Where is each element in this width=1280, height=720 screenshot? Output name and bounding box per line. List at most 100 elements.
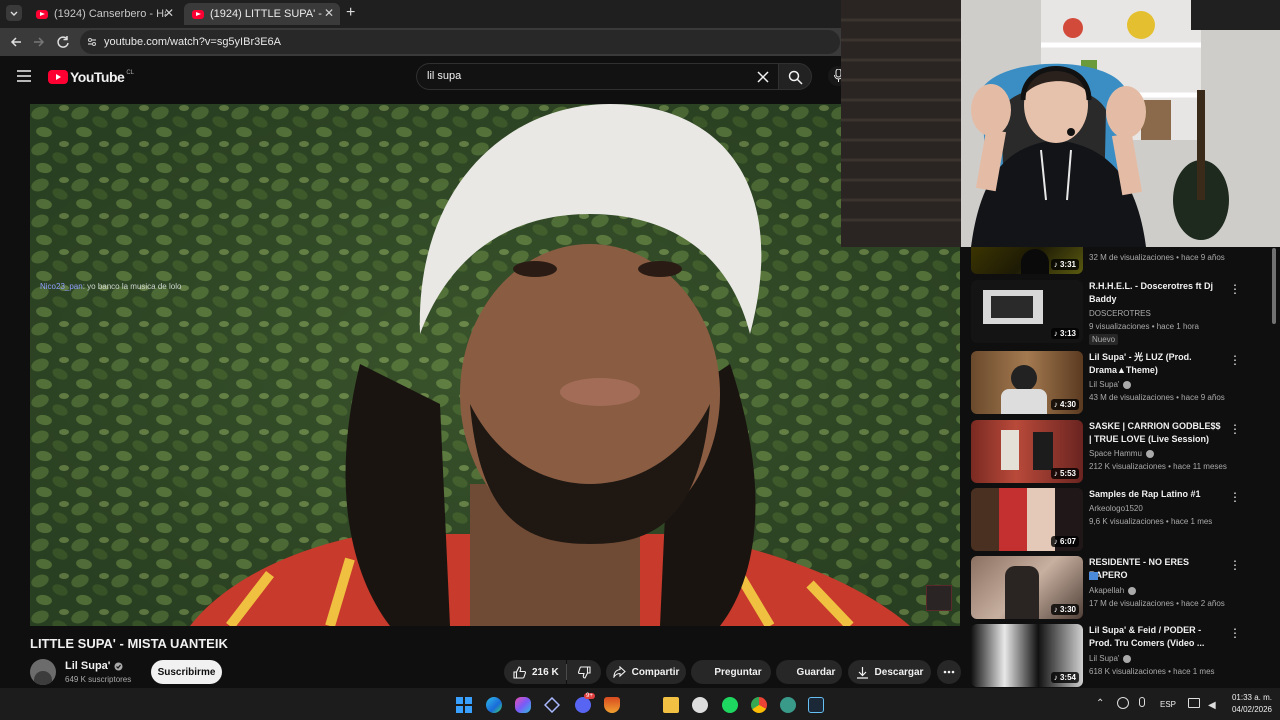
chevron-up-icon[interactable]: ⌃ xyxy=(1096,698,1104,709)
verified-icon xyxy=(1145,449,1154,458)
video-thumbnail[interactable]: ♪ 3:54 xyxy=(971,624,1083,687)
shield-app-icon[interactable] xyxy=(604,697,620,713)
video-meta: 9 visualizaciones • hace 1 hora xyxy=(1089,322,1199,331)
network-icon[interactable] xyxy=(1188,698,1200,708)
search-icon xyxy=(788,70,803,85)
forward-button[interactable] xyxy=(31,34,47,50)
video-title[interactable]: Samples de Rap Latino #1 xyxy=(1089,488,1221,501)
subscribe-label: Suscribirme xyxy=(157,666,216,678)
channel-name[interactable]: DOSCEROTRES xyxy=(1089,309,1151,318)
chat-user: Nico23_pan xyxy=(40,282,83,291)
more-vertical-icon[interactable]: ⋮ xyxy=(1229,422,1241,436)
taskbar xyxy=(0,688,1280,720)
sync-icon[interactable] xyxy=(1117,697,1129,709)
subscribe-button[interactable]: Suscribirme xyxy=(151,660,222,684)
save-button[interactable]: Guardar xyxy=(776,660,842,684)
back-button[interactable] xyxy=(8,34,24,50)
widgets-icon[interactable] xyxy=(544,697,560,713)
download-button[interactable]: Descargar xyxy=(848,660,931,684)
more-vertical-icon[interactable]: ⋮ xyxy=(1229,282,1241,296)
video-thumbnail[interactable]: ♪ 3:30 xyxy=(971,556,1083,619)
video-meta: 32 M de visualizaciones • hace 9 años xyxy=(1089,253,1225,262)
channel-avatar[interactable] xyxy=(30,659,56,685)
video-thumbnail[interactable]: ♪ 3:13 xyxy=(971,280,1083,343)
channel-name[interactable]: Lil Supa' xyxy=(65,660,123,672)
recommendation-item[interactable]: ♪ 4:30 Lil Supa' - 光 LUZ (Prod. Drama▲Th… xyxy=(971,351,1251,417)
sidebar-scrollbar[interactable] xyxy=(1272,248,1276,324)
recommendation-item[interactable]: ♪ 3:31 32 M de visualizaciones • hace 9 … xyxy=(971,211,1251,275)
video-thumbnail[interactable]: ♪ 5:53 xyxy=(971,420,1083,483)
recommendation-item[interactable]: ♪ 5:53 SASKE | CARRION GODBLE$$ | TRUE L… xyxy=(971,420,1251,486)
video-player[interactable]: Nico23_pan: yo banco la musica de lolo xyxy=(30,104,960,626)
video-thumbnail[interactable]: ♪ 4:30 xyxy=(971,351,1083,414)
more-horizontal-icon xyxy=(943,670,955,674)
channel-name[interactable]: Akapellah xyxy=(1089,586,1137,595)
language-indicator[interactable]: ESP xyxy=(1160,700,1176,709)
video-title[interactable]: Lil Supa' & Feid / PODER - Prod. Tru Com… xyxy=(1089,624,1221,650)
more-vertical-icon[interactable]: ⋮ xyxy=(1229,490,1241,504)
browser-tab-2[interactable]: (1924) LITTLE SUPA' - MISTA UA ✕ xyxy=(184,3,340,25)
channel-name[interactable]: Arkeologo1520 xyxy=(1089,504,1143,513)
video-meta: 618 K visualizaciones • hace 1 mes xyxy=(1089,667,1215,676)
subscriber-count: 649 K suscriptores xyxy=(65,675,132,684)
volume-icon[interactable]: ◀ xyxy=(1208,700,1216,711)
download-label: Descargar xyxy=(874,666,924,678)
back-arrow-icon xyxy=(10,37,21,47)
start-button[interactable] xyxy=(456,697,472,713)
new-tab-button[interactable]: + xyxy=(346,5,355,21)
video-title[interactable]: RESIDENTE - NO ERES RAPERO xyxy=(1089,556,1221,582)
edge-icon[interactable] xyxy=(486,697,502,713)
flag-icon xyxy=(1089,572,1098,580)
steam-icon[interactable] xyxy=(808,697,824,713)
video-title[interactable]: SASKE | CARRION GODBLE$$ | TRUE LOVE (Li… xyxy=(1089,420,1221,446)
video-watermark xyxy=(926,585,952,611)
recommendation-item[interactable]: ♪ 3:54 Lil Supa' & Feid / PODER - Prod. … xyxy=(971,624,1251,687)
chrome-icon[interactable] xyxy=(751,697,767,713)
verified-icon xyxy=(1123,654,1132,663)
video-meta: 43 M de visualizaciones • hace 9 años xyxy=(1089,393,1225,402)
microphone-icon[interactable] xyxy=(1139,697,1145,707)
clock-time: 01:33 a. m. xyxy=(1231,693,1272,702)
more-vertical-icon[interactable]: ⋮ xyxy=(1229,558,1241,572)
search-button[interactable] xyxy=(778,63,812,90)
more-actions-button[interactable] xyxy=(937,660,961,684)
recommendation-item[interactable]: ♪ 3:30 RESIDENTE - NO ERES RAPERO Akapel… xyxy=(971,556,1251,622)
verified-icon xyxy=(114,662,123,670)
tab-list-button[interactable] xyxy=(6,5,22,21)
reload-button[interactable] xyxy=(55,34,71,50)
video-title[interactable]: Lil Supa' - 光 LUZ (Prod. Drama▲Theme) xyxy=(1089,351,1221,377)
duration-badge: ♪ 3:31 xyxy=(1050,259,1079,270)
browser-tab-1[interactable]: (1924) Canserbero - Hace Falta ✕ xyxy=(28,3,180,25)
menu-button[interactable] xyxy=(17,70,31,82)
close-icon[interactable]: ✕ xyxy=(324,6,334,20)
clear-search-icon[interactable] xyxy=(757,71,769,83)
copilot-icon[interactable] xyxy=(515,697,531,713)
globe-icon[interactable] xyxy=(780,697,796,713)
video-thumbnail[interactable]: ♪ 6:07 xyxy=(971,488,1083,551)
clock[interactable]: 01:33 a. m. 04/02/2026 xyxy=(1226,693,1272,714)
channel-name[interactable]: Space Hammu xyxy=(1089,449,1154,458)
channel-name[interactable]: Lil Supa' xyxy=(1089,380,1132,389)
recommendation-item[interactable]: ♪ 3:13 R.H.H.E.L. - Doscerotres ft Dj Ba… xyxy=(971,280,1251,346)
more-vertical-icon[interactable]: ⋮ xyxy=(1229,353,1241,367)
chat-text: : yo banco la musica de lolo xyxy=(82,282,182,291)
discord-icon[interactable]: 9+ xyxy=(575,693,595,713)
share-button[interactable]: Compartir xyxy=(606,660,686,684)
youtube-logo[interactable]: YouTube CL xyxy=(48,69,134,85)
ask-button[interactable]: Preguntar xyxy=(691,660,771,684)
url-text[interactable]: youtube.com/watch?v=sg5yIBr3E6A xyxy=(104,36,281,48)
duration-badge: ♪ 5:53 xyxy=(1050,468,1079,479)
site-info-icon[interactable] xyxy=(86,36,98,48)
search-input[interactable]: lil supa xyxy=(416,63,778,90)
recommendation-item[interactable]: ♪ 6:07 Samples de Rap Latino #1 Arkeolog… xyxy=(971,488,1251,554)
close-icon[interactable]: ✕ xyxy=(164,6,174,20)
github-icon[interactable] xyxy=(692,697,708,713)
video-meta: 9,6 K visualizaciones • hace 1 mes xyxy=(1089,517,1213,526)
spotify-icon[interactable] xyxy=(722,697,738,713)
channel-name[interactable]: Lil Supa' xyxy=(1089,654,1132,663)
dislike-button[interactable] xyxy=(567,660,601,684)
more-vertical-icon[interactable]: ⋮ xyxy=(1229,626,1241,640)
like-button[interactable]: 216 K xyxy=(504,660,566,684)
file-explorer-icon[interactable] xyxy=(663,697,679,713)
video-title[interactable]: R.H.H.E.L. - Doscerotres ft Dj Baddy xyxy=(1089,280,1221,306)
